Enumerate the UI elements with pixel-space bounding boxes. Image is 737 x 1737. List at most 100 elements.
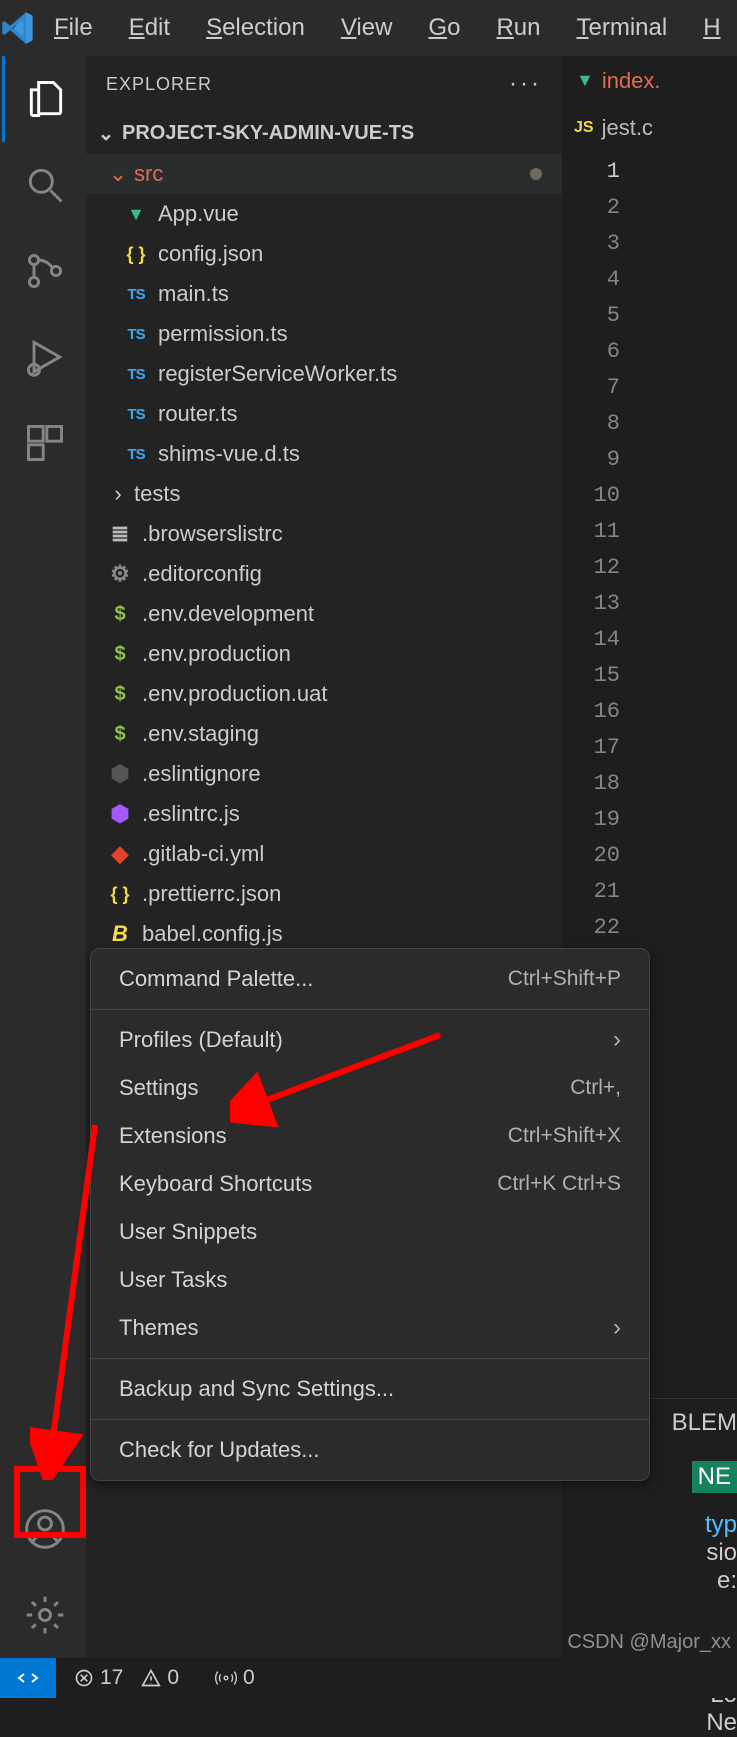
menu-bar: FileEditSelectionViewGoRunTerminalH [0, 0, 737, 56]
menu-item-profiles-default[interactable]: Profiles (Default)› [91, 1016, 649, 1064]
status-error-count: 17 [100, 1666, 123, 1690]
menu-item-user-tasks[interactable]: User Tasks [91, 1256, 649, 1304]
js-icon: JS [574, 119, 594, 137]
file-item[interactable]: ⚙.editorconfig [86, 554, 562, 594]
code-fragment: sio [706, 1539, 737, 1567]
file-label: .gitlab-ci.yml [142, 841, 264, 867]
project-name: PROJECT-SKY-ADMIN-VUE-TS [122, 122, 414, 145]
menu-item-label: Check for Updates... [119, 1437, 320, 1463]
menu-item-label: Command Palette... [119, 966, 313, 992]
menu-file[interactable]: File [36, 14, 111, 42]
line-number: 22 [562, 910, 620, 946]
activity-extensions[interactable] [2, 400, 88, 486]
file-item[interactable]: $ .env.development [86, 594, 562, 634]
status-bar: 17 0 0 [0, 1658, 737, 1698]
menu-item-keyboard-shortcuts[interactable]: Keyboard ShortcutsCtrl+K Ctrl+S [91, 1160, 649, 1208]
menu-item-user-snippets[interactable]: User Snippets [91, 1208, 649, 1256]
chevron-down-icon: ⌄ [106, 161, 130, 187]
project-header[interactable]: ⌄ PROJECT-SKY-ADMIN-VUE-TS [86, 112, 562, 154]
watermark: CSDN @Major_xx [567, 1631, 731, 1654]
menu-item-label: Themes [119, 1315, 198, 1341]
menu-run[interactable]: Run [478, 14, 558, 42]
line-number: 8 [562, 406, 620, 442]
file-item[interactable]: TSpermission.ts [86, 314, 562, 354]
line-gutter: 1234567891011121314151617181920212223 [562, 150, 737, 982]
status-ports[interactable]: 0 [215, 1666, 255, 1690]
file-label: .env.production.uat [142, 681, 328, 707]
file-item[interactable]: { } .prettierrc.json [86, 874, 562, 914]
manage-context-menu: Command Palette... Ctrl+Shift+P Profiles (… [90, 948, 650, 1481]
remote-button[interactable] [0, 1658, 56, 1698]
menu-go[interactable]: Go [410, 14, 478, 42]
file-item[interactable]: $.env.staging [86, 714, 562, 754]
file-label: .env.development [142, 601, 314, 627]
folder-label: src [134, 161, 163, 187]
file-item[interactable]: TSshims-vue.d.ts [86, 434, 562, 474]
menu-separator [91, 1419, 649, 1420]
file-label: .prettierrc.json [142, 881, 281, 907]
file-item[interactable]: ≣.browserslistrc [86, 514, 562, 554]
file-label: .browserslistrc [142, 521, 283, 547]
crumb-label: jest.c [602, 115, 653, 141]
file-item[interactable]: $.env.production.uat [86, 674, 562, 714]
status-errors[interactable]: 17 [74, 1666, 123, 1690]
file-item[interactable]: TSregisterServiceWorker.ts [86, 354, 562, 394]
menu-view[interactable]: View [323, 14, 411, 42]
menu-edit[interactable]: Edit [111, 14, 188, 42]
file-item[interactable]: ⬢.eslintignore [86, 754, 562, 794]
file-item[interactable]: ◆.gitlab-ci.yml [86, 834, 562, 874]
file-label: .eslintrc.js [142, 801, 240, 827]
menu-item-label: Backup and Sync Settings... [119, 1376, 394, 1402]
line-number: 11 [562, 514, 620, 550]
activity-debug[interactable] [2, 314, 88, 400]
file-item[interactable]: $.env.production [86, 634, 562, 674]
folder-src[interactable]: ⌄ src [86, 154, 562, 194]
menu-selection[interactable]: Selection [188, 14, 323, 42]
line-number: 7 [562, 370, 620, 406]
tab-index[interactable]: ▼ index. [562, 56, 675, 106]
menu-item-extensions[interactable]: ExtensionsCtrl+Shift+X [91, 1112, 649, 1160]
explorer-more-icon[interactable]: ··· [509, 70, 542, 98]
menu-item-command-palette[interactable]: Command Palette... Ctrl+Shift+P [91, 955, 649, 1003]
folder-tests[interactable]: › tests [86, 474, 562, 514]
file-item[interactable]: TSrouter.ts [86, 394, 562, 434]
menu-item-backup-and-sync-settings[interactable]: Backup and Sync Settings... [91, 1365, 649, 1413]
activity-search[interactable] [2, 142, 88, 228]
file-label: shims-vue.d.ts [158, 441, 300, 467]
file-label: .env.production [142, 641, 291, 667]
line-number: 3 [562, 226, 620, 262]
tab-label: index. [602, 68, 661, 94]
shortcut-label: Ctrl+, [570, 1076, 621, 1100]
breadcrumb[interactable]: JS jest.c [562, 106, 737, 150]
menu-item-label: Profiles (Default) [119, 1027, 283, 1053]
file-item[interactable]: { }config.json [86, 234, 562, 274]
shortcut-label: Ctrl+K Ctrl+S [497, 1172, 621, 1196]
file-label: babel.config.js [142, 921, 283, 947]
menu-item-settings[interactable]: SettingsCtrl+, [91, 1064, 649, 1112]
env-icon: $ [106, 603, 134, 626]
menu-item-check-for-updates[interactable]: Check for Updates... [91, 1426, 649, 1474]
json-icon: { } [122, 244, 150, 265]
status-warning-count: 0 [167, 1666, 179, 1690]
shortcut-label: Ctrl+Shift+P [508, 967, 621, 991]
panel-outline-fragment: NE [692, 1461, 737, 1493]
file-label: registerServiceWorker.ts [158, 361, 397, 387]
menu-terminal[interactable]: Terminal [558, 14, 685, 42]
activity-scm[interactable] [2, 228, 88, 314]
chevron-down-icon: ⌄ [94, 121, 118, 146]
activity-manage[interactable] [2, 1572, 88, 1658]
file-item[interactable]: TSmain.ts [86, 274, 562, 314]
status-warnings[interactable]: 0 [141, 1666, 179, 1690]
file-label: permission.ts [158, 321, 288, 347]
menu-h[interactable]: H [685, 14, 737, 42]
menu-separator [91, 1009, 649, 1010]
json-icon: { } [106, 884, 134, 905]
menu-item-themes[interactable]: Themes› [91, 1304, 649, 1352]
tab-row: ▼ index. [562, 56, 737, 106]
menu-item-label: Extensions [119, 1123, 227, 1149]
folder-label: tests [134, 481, 180, 507]
file-item[interactable]: ⬢.eslintrc.js [86, 794, 562, 834]
activity-explorer[interactable] [2, 56, 88, 142]
file-label: .editorconfig [142, 561, 262, 587]
file-item[interactable]: ▼App.vue [86, 194, 562, 234]
